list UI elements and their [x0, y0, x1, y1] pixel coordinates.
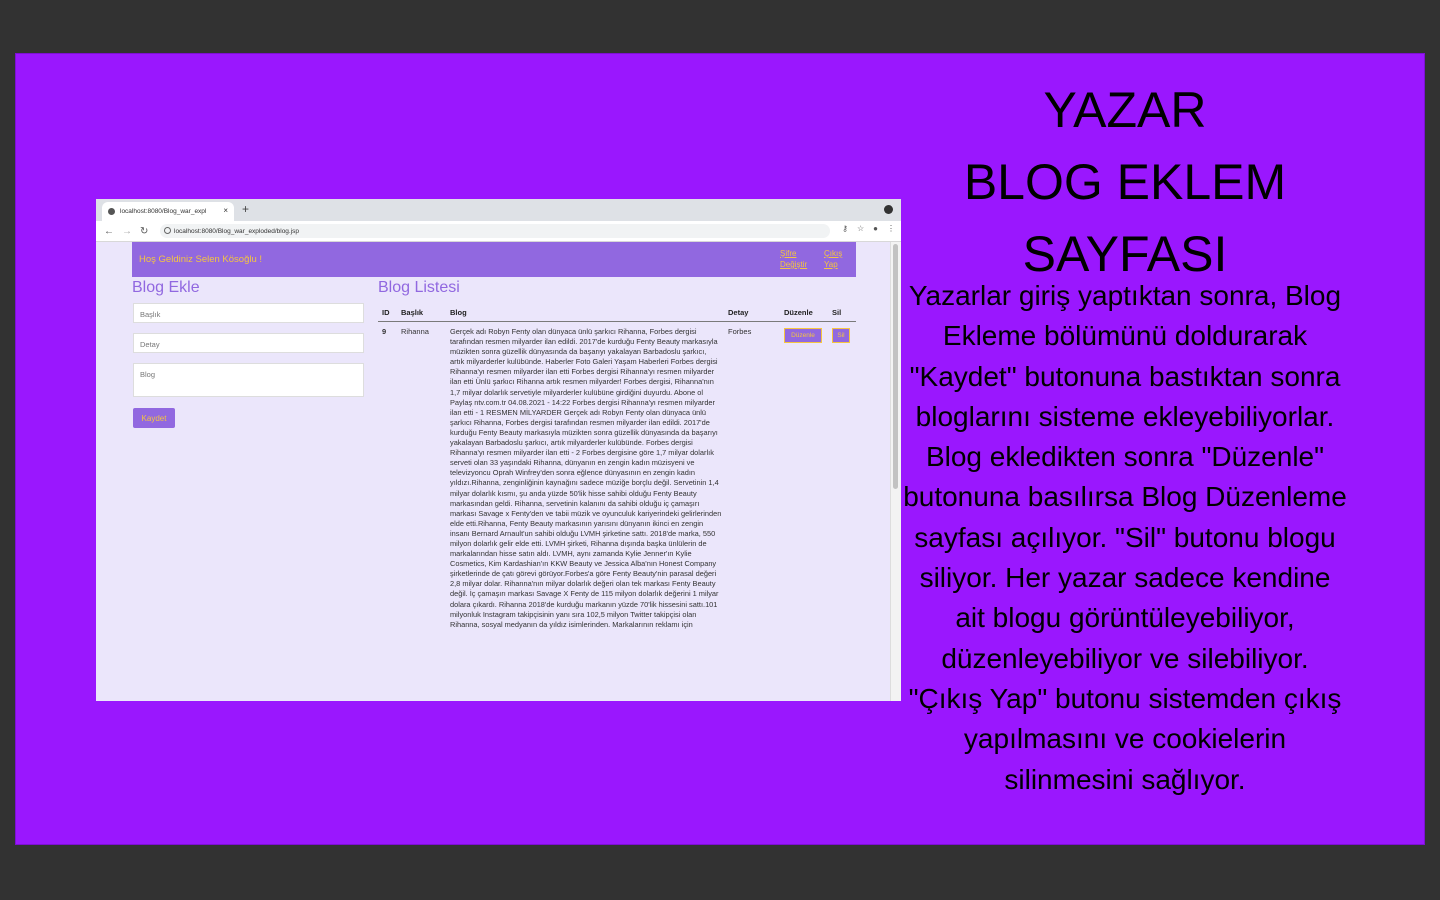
globe-icon: [108, 208, 115, 215]
blog-textarea[interactable]: Blog: [133, 363, 364, 397]
column-header-blog: Blog: [450, 308, 467, 317]
new-tab-icon[interactable]: +: [242, 202, 249, 216]
save-button[interactable]: Kaydet: [133, 408, 175, 428]
column-header-edit: Düzenle: [784, 308, 813, 317]
record-icon: [884, 205, 893, 214]
slide-description: Yazarlar giriş yaptıktan sonra, Blog Ekl…: [903, 280, 1347, 795]
address-bar: ← → ↻ localhost:8080/Blog_war_exploded/b…: [96, 221, 901, 242]
blog-add-heading: Blog Ekle: [132, 279, 200, 296]
browser-tab-bar: localhost:8080/Blog_war_expl × +: [96, 199, 901, 221]
column-header-id: ID: [382, 308, 390, 317]
logout-link[interactable]: Çıkış Yap: [824, 248, 842, 270]
scrollbar-thumb[interactable]: [893, 244, 898, 489]
info-icon[interactable]: [164, 227, 171, 234]
close-icon[interactable]: ×: [223, 206, 228, 215]
star-icon[interactable]: ☆: [857, 224, 864, 233]
welcome-text: Hoş Geldiniz Selen Kösoğlu !: [139, 254, 263, 265]
presentation-slide: localhost:8080/Blog_war_expl × + ← → ↻ l…: [15, 53, 1425, 845]
title-input[interactable]: Başlık: [133, 303, 364, 323]
web-page: Hoş Geldiniz Selen Kösoğlu ! Şifre Değiş…: [96, 242, 891, 701]
profile-icon[interactable]: ●: [873, 224, 878, 233]
slide-title-line2: BLOG EKLEM: [963, 154, 1287, 210]
slide-title-line1: YAZAR: [1043, 82, 1207, 138]
slide-title: YAZAR BLOG EKLEM SAYFASI: [901, 74, 1349, 290]
logout-line1: Çıkış: [824, 249, 843, 258]
key-icon[interactable]: ⚷: [842, 224, 848, 233]
logout-line2: Yap: [824, 260, 838, 269]
change-password-line2: Değiştir: [780, 260, 808, 269]
table-row: 9 Rihanna Gerçek adı Robyn Fenty olan dü…: [378, 322, 856, 701]
back-icon[interactable]: ←: [104, 226, 114, 237]
change-password-link[interactable]: Şifre Değiştir: [780, 248, 807, 270]
column-header-detail: Detay: [728, 308, 749, 317]
menu-icon[interactable]: ⋮: [887, 224, 895, 233]
change-password-line1: Şifre: [780, 249, 797, 258]
cell-detail: Forbes: [728, 327, 752, 336]
url-text: localhost:8080/Blog_war_exploded/blog.js…: [174, 227, 300, 235]
reload-icon[interactable]: ↻: [140, 226, 150, 237]
forward-icon[interactable]: →: [122, 226, 132, 237]
tab-title: localhost:8080/Blog_war_expl: [120, 208, 207, 215]
detail-input[interactable]: Detay: [133, 333, 364, 353]
cell-id: 9: [382, 327, 387, 336]
column-header-delete: Sil: [832, 308, 842, 317]
blog-table: ID Başlık Blog Detay Düzenle Sil 9 Rihan…: [378, 305, 856, 701]
cell-blog: Gerçek adı Robyn Fenty olan dünyaca ünlü…: [450, 327, 722, 629]
table-header: ID Başlık Blog Detay Düzenle Sil: [378, 305, 856, 322]
browser-toolbar-icons: ⚷ ☆ ● ⋮: [842, 224, 895, 233]
blog-list-heading: Blog Listesi: [378, 279, 460, 296]
url-field[interactable]: localhost:8080/Blog_war_exploded/blog.js…: [160, 224, 830, 238]
browser-screenshot: localhost:8080/Blog_war_expl × + ← → ↻ l…: [96, 199, 901, 701]
delete-button[interactable]: Sil: [832, 328, 850, 343]
browser-tab[interactable]: localhost:8080/Blog_war_expl ×: [102, 202, 234, 221]
cell-title: Rihanna: [401, 327, 429, 336]
page-scrollbar[interactable]: [890, 242, 901, 701]
top-navbar: Hoş Geldiniz Selen Kösoğlu ! Şifre Değiş…: [132, 242, 856, 277]
column-header-title: Başlık: [401, 308, 424, 317]
edit-button[interactable]: Düzenle: [784, 328, 822, 343]
